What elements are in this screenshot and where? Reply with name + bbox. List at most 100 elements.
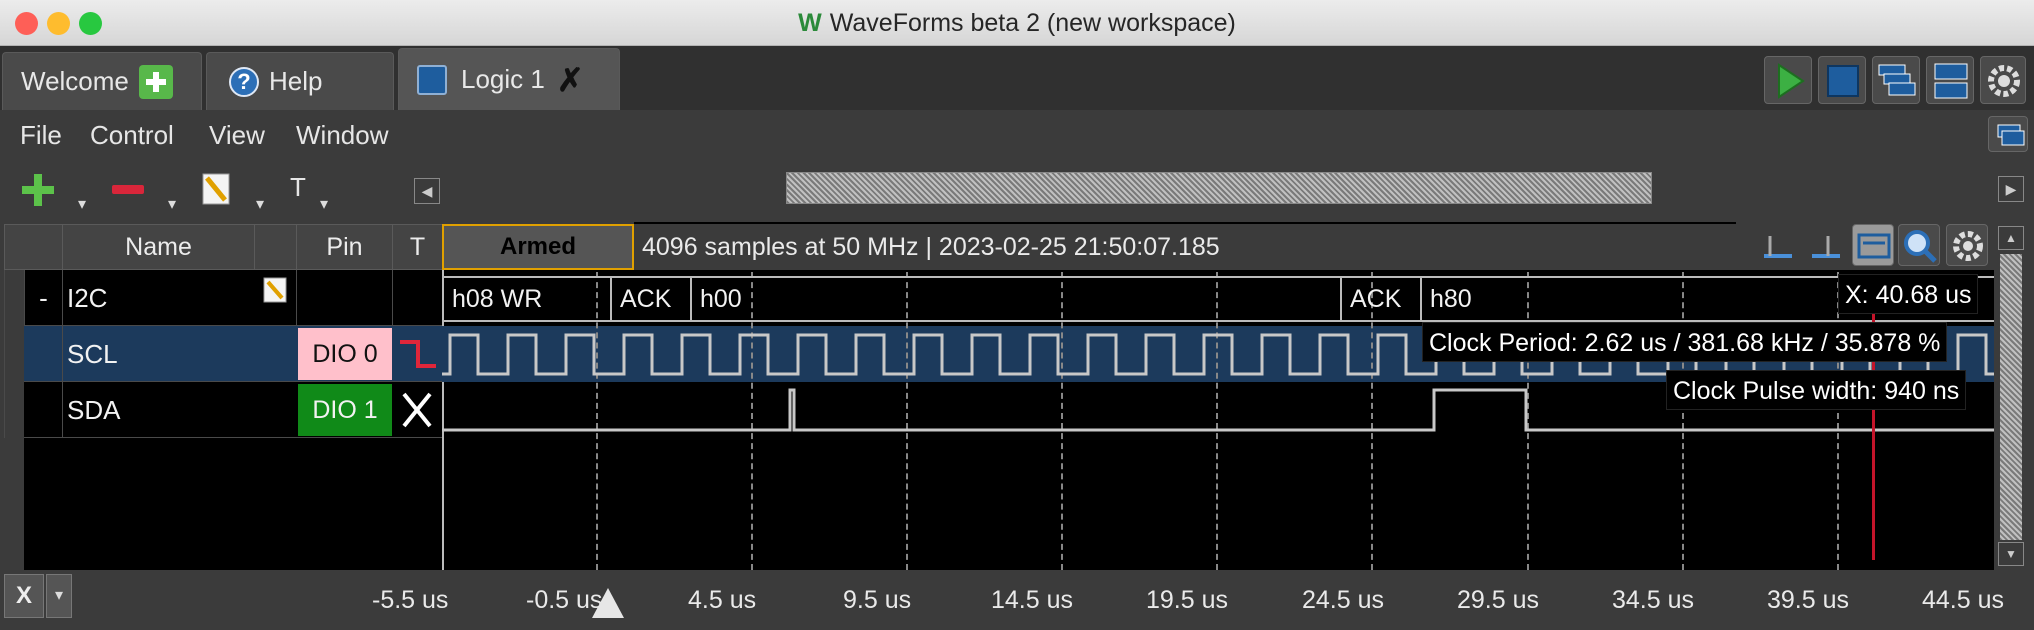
scroll-right-button[interactable]: ▶ xyxy=(1998,176,2024,202)
menu-control[interactable]: Control xyxy=(90,110,174,160)
axis-tick-label: 4.5 us xyxy=(688,586,757,614)
play-icon xyxy=(1778,63,1805,99)
decoder-label[interactable]: h08 WR xyxy=(442,276,610,322)
pin-badge-sda[interactable]: DIO 1 xyxy=(298,384,392,436)
x-axis-button[interactable]: X xyxy=(4,574,44,618)
dock-window-button[interactable] xyxy=(1988,116,2028,152)
tab-help[interactable]: ? Help xyxy=(206,52,394,110)
trigger-falling-edge-button[interactable] xyxy=(396,330,440,378)
channel-name-scl: SCL xyxy=(62,326,254,382)
stop-button[interactable] xyxy=(1818,56,1866,104)
plot-settings-button[interactable] xyxy=(1946,224,1988,266)
axis-tick-label: 29.5 us xyxy=(1457,586,1540,614)
row-handle[interactable] xyxy=(4,326,24,382)
add-channel-button[interactable] xyxy=(18,170,58,210)
waveforms-logo-icon: W xyxy=(798,9,822,37)
remove-channel-button[interactable] xyxy=(108,170,148,210)
vertical-scroll-thumb[interactable] xyxy=(2000,254,2022,540)
armed-status-badge: Armed xyxy=(442,224,634,270)
add-dropdown-caret-icon[interactable]: ▾ xyxy=(78,194,86,214)
cursor-right-button[interactable] xyxy=(1806,228,1844,266)
arrow-right-icon: ▶ xyxy=(2005,181,2017,197)
edit-decoder-button[interactable] xyxy=(262,276,290,306)
falling-edge-icon xyxy=(400,340,436,368)
help-icon: ? xyxy=(229,66,259,97)
remove-dropdown-caret-icon[interactable]: ▾ xyxy=(168,194,176,214)
axis-tick-label: 9.5 us xyxy=(843,586,912,614)
scroll-down-button[interactable]: ▼ xyxy=(1998,542,2024,566)
pin-cell-i2c xyxy=(296,270,392,326)
scroll-left-button[interactable]: ◀ xyxy=(414,178,440,204)
tab-help-label: Help xyxy=(269,66,323,96)
trigger-menu-button[interactable]: T xyxy=(290,172,306,203)
arrow-down-icon: ▼ xyxy=(2005,547,2017,561)
trigger-dropdown-caret-icon[interactable]: ▾ xyxy=(320,194,328,214)
gear-icon xyxy=(1988,65,2020,97)
header-edit-col xyxy=(254,224,296,270)
cursor-left-button[interactable] xyxy=(1758,228,1796,266)
axis-tick-label: 19.5 us xyxy=(1146,586,1229,614)
run-button[interactable] xyxy=(1764,56,1812,104)
header-name[interactable]: Name xyxy=(62,224,254,270)
close-tab-icon[interactable]: ✗ xyxy=(557,61,584,99)
header-expand-col xyxy=(4,224,62,270)
axis-tick-label: 34.5 us xyxy=(1612,586,1695,614)
header-trigger[interactable]: T xyxy=(392,224,442,270)
arrow-left-icon: ◀ xyxy=(421,183,433,199)
chevron-down-icon: ▾ xyxy=(54,587,64,604)
edit-channel-button[interactable] xyxy=(200,170,234,210)
edit-pencil-icon xyxy=(263,277,287,303)
tab-logic-1[interactable]: Logic 1 ✗ xyxy=(398,48,620,110)
menu-file[interactable]: File xyxy=(20,110,62,160)
row-handle[interactable] xyxy=(4,270,24,326)
add-plus-icon[interactable] xyxy=(138,64,173,99)
tab-welcome[interactable]: Welcome xyxy=(2,52,202,110)
axis-tick-label: 44.5 us xyxy=(1922,586,2005,614)
arrow-up-icon: ▲ xyxy=(2005,231,2017,245)
measure-view-button[interactable] xyxy=(1852,224,1894,266)
cascade-icon xyxy=(1878,64,1916,96)
edit-dropdown-caret-icon[interactable]: ▾ xyxy=(256,194,264,214)
decoder-label[interactable]: h00 xyxy=(690,276,1340,322)
axis-tick-label: 14.5 us xyxy=(991,586,1074,614)
cursor-marker-icon xyxy=(1764,236,1792,258)
plus-icon xyxy=(22,174,54,206)
menu-view[interactable]: View xyxy=(209,110,265,160)
pin-badge-scl[interactable]: DIO 0 xyxy=(298,328,392,380)
trigger-either-edge-button[interactable] xyxy=(396,386,440,434)
measure-icon xyxy=(1857,233,1891,259)
minus-icon xyxy=(112,185,144,194)
trigger-cell-i2c xyxy=(392,270,442,326)
trigger-position-marker-icon[interactable] xyxy=(590,586,626,620)
scroll-up-button[interactable]: ▲ xyxy=(1998,226,2024,250)
header-pin[interactable]: Pin xyxy=(296,224,392,270)
gear-icon xyxy=(1953,231,1983,261)
decoder-label[interactable]: ACK xyxy=(1340,276,1420,322)
clock-period-readout: Clock Period: 2.62 us / 381.68 kHz / 35.… xyxy=(1422,322,1948,362)
acquisition-info: 4096 samples at 50 MHz | 2023-02-25 21:5… xyxy=(642,233,1220,261)
collapse-toggle[interactable]: - xyxy=(24,270,62,326)
tile-icon xyxy=(1934,63,1968,99)
channel-name-sda: SDA xyxy=(62,382,254,438)
stop-icon xyxy=(1827,65,1859,97)
settings-button[interactable] xyxy=(1980,56,2026,104)
x-axis-dropdown[interactable]: ▾ xyxy=(46,574,72,618)
menu-window[interactable]: Window xyxy=(296,110,388,160)
channel-name-i2c: I2C xyxy=(62,270,254,326)
logic-instrument-icon xyxy=(417,64,447,95)
tab-welcome-label: Welcome xyxy=(21,66,129,96)
cascade-windows-button[interactable] xyxy=(1872,56,1920,104)
cursor-x-readout: X: 40.68 us xyxy=(1838,274,1979,314)
tile-windows-button[interactable] xyxy=(1926,56,1974,104)
time-scroll-thumb[interactable] xyxy=(786,172,1652,204)
row-handle-gutter xyxy=(4,438,24,570)
row-handle[interactable] xyxy=(4,382,24,438)
decoder-label[interactable]: h80 xyxy=(1420,276,1720,322)
decoder-label[interactable]: ACK xyxy=(610,276,690,322)
tab-logic-label: Logic 1 xyxy=(461,64,545,94)
zoom-button[interactable] xyxy=(1898,224,1940,266)
axis-tick-label: 39.5 us xyxy=(1767,586,1850,614)
window-title: W WaveForms beta 2 (new workspace) xyxy=(798,9,1236,37)
zoom-magnifier-icon xyxy=(1904,230,1937,263)
edit-pencil-icon xyxy=(202,173,230,205)
